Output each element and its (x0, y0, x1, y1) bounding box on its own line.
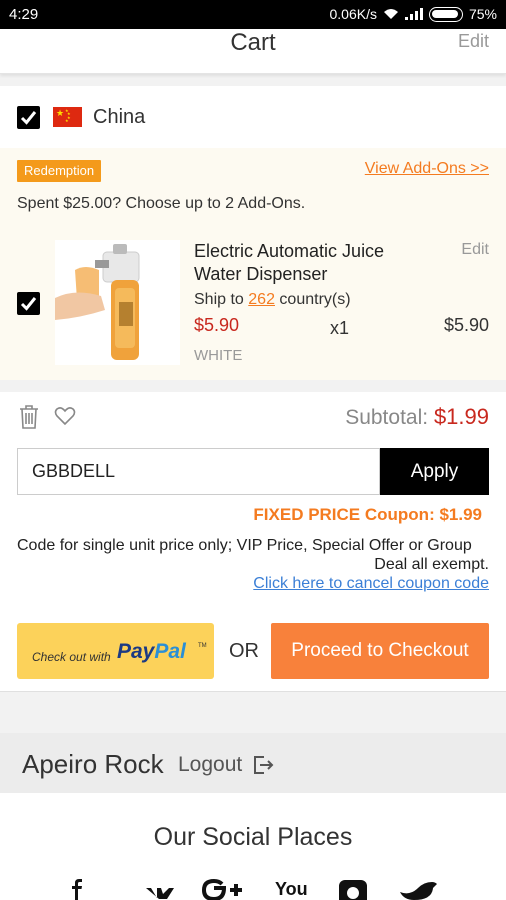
battery-icon (428, 6, 463, 22)
network-speed: 0.06K/s (329, 6, 377, 22)
wifi-icon (383, 9, 398, 19)
paypal-prefix: Check out with (32, 650, 111, 664)
page-title: Cart (230, 29, 276, 56)
ship-country-count-link[interactable]: 262 (248, 291, 275, 308)
subtotal-label: Subtotal: (345, 406, 429, 429)
youtube-icon[interactable]: You (275, 878, 308, 900)
item-checkbox[interactable] (17, 292, 40, 315)
check-icon (20, 111, 37, 125)
paypal-trademark: TM (198, 643, 207, 649)
status-right: 0.06K/s 75% (329, 6, 497, 22)
store-checkbox[interactable] (17, 106, 40, 129)
view-addons-link[interactable]: View Add-Ons >> (365, 160, 489, 178)
signal-icon (404, 8, 423, 20)
instagram-icon[interactable] (338, 878, 368, 900)
store-country: China (93, 106, 146, 128)
ship-prefix: Ship to (194, 291, 244, 308)
check-icon (20, 297, 37, 311)
vk-icon[interactable] (145, 878, 175, 900)
coupon-note: Code for single unit price only; VIP Pri… (17, 536, 489, 574)
account-name: Apeiro Rock (22, 749, 164, 779)
paypal-checkout-button[interactable]: Check out with PayPal TM (17, 623, 214, 679)
coupon-code-input[interactable] (17, 448, 380, 495)
edit-cart-button[interactable]: Edit (458, 31, 489, 52)
trash-icon[interactable] (18, 404, 40, 430)
battery-level: 75% (468, 6, 497, 22)
google-plus-icon[interactable] (200, 878, 246, 900)
social-title: Our Social Places (153, 823, 353, 851)
product-name[interactable]: Electric Automatic Juice Water Dispenser (194, 240, 434, 286)
proceed-to-checkout-button[interactable]: Proceed to Checkout (271, 623, 489, 679)
status-bar: 4:29 0.06K/s 75% (0, 0, 506, 29)
status-time: 4:29 (9, 6, 39, 23)
product-image[interactable] (55, 240, 180, 365)
edit-item-button[interactable]: Edit (461, 241, 489, 259)
or-label: OR (229, 640, 259, 662)
heart-icon[interactable] (54, 406, 76, 426)
item-quantity: x1 (330, 318, 350, 338)
shipping-info: Ship to 262 country(s) (194, 291, 351, 309)
coupon-result: FIXED PRICE Coupon: $1.99 (253, 505, 482, 524)
ship-suffix: country(s) (279, 291, 351, 308)
cart-header: Cart Edit (0, 29, 506, 74)
china-flag-icon: ★ ★ ★ ★ ★ (53, 107, 82, 127)
coupon-note-line1: Code for single unit price only; VIP Pri… (17, 537, 472, 554)
facebook-icon[interactable] (66, 878, 86, 900)
cancel-coupon-link[interactable]: Click here to cancel coupon code (253, 575, 489, 593)
item-line-total: $5.90 (443, 315, 489, 335)
promotion-message: Spent $25.00? Choose up to 2 Add-Ons. (17, 195, 306, 212)
logout-icon[interactable] (252, 754, 274, 776)
redemption-badge: Redemption (17, 160, 102, 182)
logout-link[interactable]: Logout (178, 753, 242, 777)
subtotal: Subtotal: $1.99 (345, 404, 489, 430)
item-variant: WHITE (194, 347, 243, 364)
paypal-logo: PayPal (117, 640, 186, 663)
item-price: $5.90 (194, 315, 240, 335)
subtotal-value: $1.99 (433, 404, 489, 429)
apply-coupon-button[interactable]: Apply (380, 448, 489, 495)
coupon-note-line2: Deal all exempt. (374, 556, 489, 573)
twitter-icon[interactable] (398, 878, 438, 900)
